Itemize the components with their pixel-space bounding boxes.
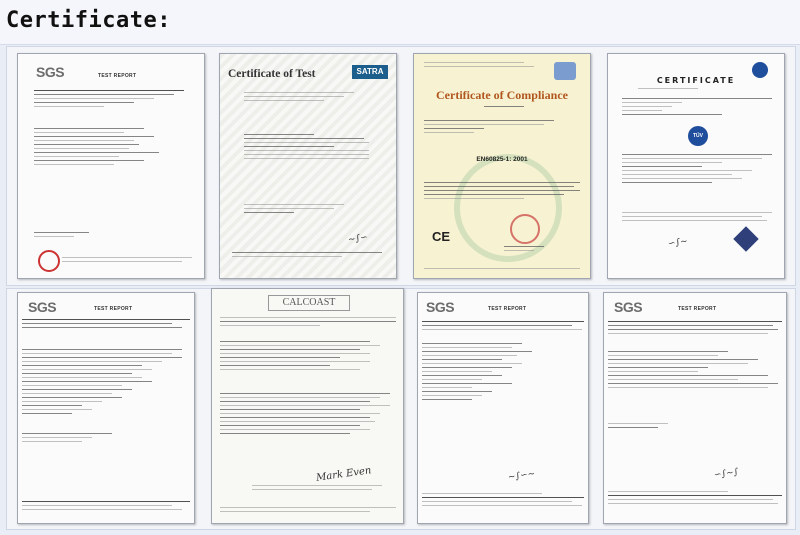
tuv-certificate-title: CERTIFICATE: [656, 76, 736, 85]
calcoast-fields: [220, 341, 396, 373]
report-footer: [62, 257, 192, 265]
report-fields: [34, 128, 164, 168]
company-stamp-icon: [510, 214, 540, 244]
report-heading: TEST REPORT: [94, 306, 133, 312]
compliance-body-text: [424, 182, 580, 202]
sgs-logo: SGS: [36, 64, 65, 80]
calcoast-signature-icon: Mark Even: [315, 465, 373, 484]
report-footer: [608, 491, 782, 507]
report-signature-icon: ∽∫~∫: [713, 467, 740, 481]
report-footer: [422, 493, 584, 509]
page-title: Certificate:: [6, 8, 171, 33]
tuv-holder-fields: [622, 98, 772, 118]
sgs-seal-icon: [38, 250, 60, 272]
compliance-standard: EN60825-1: 2001: [476, 156, 528, 163]
compliance-signature: [504, 246, 544, 254]
sgs-logo: SGS: [28, 299, 57, 315]
report-fields: [422, 343, 584, 403]
certificate-sgs-test-report-3[interactable]: SGS TEST REPORT ~∫∽~: [417, 292, 589, 524]
tuv-product-fields: [622, 154, 772, 186]
certificate-of-compliance[interactable]: Certificate of Compliance EN60825-1: 200…: [413, 53, 591, 279]
certificate-footer: [232, 252, 382, 260]
tuv-seal-icon: TÜV: [688, 126, 708, 146]
report-signature-block: [34, 232, 94, 240]
compliance-footer: [424, 268, 580, 272]
report-text-block: [34, 90, 184, 110]
report-header-lines: [608, 321, 782, 337]
report-notes: [608, 423, 782, 431]
report-results-table: [22, 349, 190, 417]
badge-icon: [554, 62, 576, 80]
report-heading: TEST REPORT: [678, 306, 717, 312]
certificate-sgs-test-report-4[interactable]: SGS TEST REPORT ∽∫~∫: [603, 292, 787, 524]
calcoast-footer: [220, 507, 396, 515]
report-signature-icon: ~∫∽~: [507, 469, 536, 483]
certificate-sgs-test-report-1[interactable]: SGS TEST REPORT: [17, 53, 205, 279]
certificate-watermark: [220, 54, 396, 278]
calcoast-signers: [252, 485, 382, 493]
report-header-lines: [22, 319, 190, 331]
report-fields: [608, 351, 782, 391]
satra-logo: SATRA: [352, 65, 388, 79]
calcoast-header-lines: [220, 317, 396, 329]
ce-mark-icon: CE: [432, 229, 451, 244]
certificate-results-table: [244, 134, 374, 162]
compliance-title: Certificate of Compliance: [436, 88, 568, 102]
report-footer: [22, 501, 190, 513]
sgs-logo: SGS: [614, 299, 643, 315]
tuv-footer-text: [622, 212, 772, 224]
compliance-header-text: [424, 62, 534, 70]
certificate-sgs-test-report-2[interactable]: SGS TEST REPORT: [17, 292, 195, 524]
certificate-text-lower: [244, 204, 374, 216]
report-heading: TEST REPORT: [98, 73, 137, 79]
calcoast-specs: [220, 393, 396, 437]
report-heading: TEST REPORT: [488, 306, 527, 312]
certificate-calcoast-report[interactable]: CALCOAST Mark Even: [211, 288, 404, 524]
compliance-number: [484, 106, 524, 110]
report-notes: [22, 433, 190, 445]
tuv-mark-icon: [733, 226, 759, 252]
tuv-number: [638, 88, 698, 92]
certificate-text-upper: [244, 92, 374, 104]
header-bar: Certificate:: [0, 0, 800, 45]
report-header-lines: [422, 321, 584, 333]
certificate-of-test[interactable]: Certificate of Test SATRA ~∫∽: [219, 53, 397, 279]
certificate-tuv[interactable]: CERTIFICATE TÜV ∽∫~: [607, 53, 785, 279]
calcoast-logo: CALCOAST: [268, 295, 350, 311]
sgs-logo: SGS: [426, 299, 455, 315]
certificate-title: Certificate of Test: [228, 68, 316, 80]
tuv-signature-icon: ∽∫~: [667, 236, 689, 250]
compliance-fields: [424, 120, 574, 136]
